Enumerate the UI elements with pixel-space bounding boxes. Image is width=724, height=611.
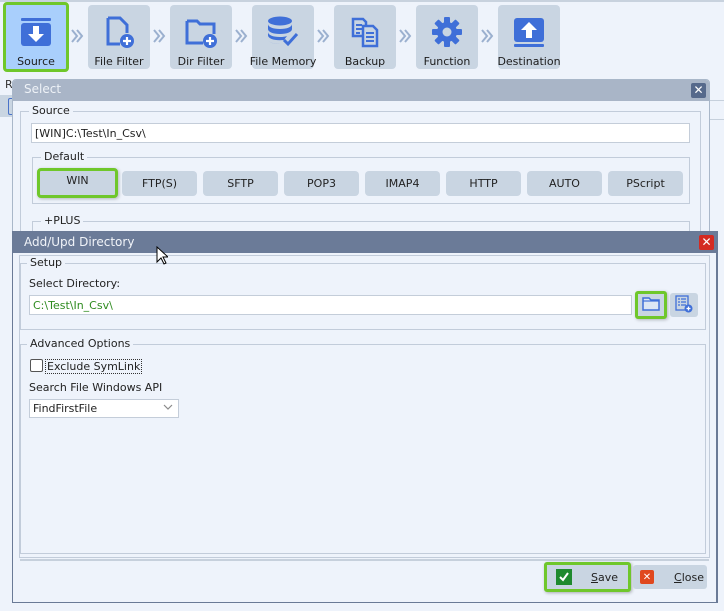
chevron-right-icon <box>316 27 332 45</box>
chevron-right-icon <box>70 27 86 45</box>
list-add-icon <box>675 294 693 316</box>
gear-icon <box>430 15 464 49</box>
directory-list-button[interactable] <box>670 293 698 317</box>
save-label: Save <box>591 571 618 584</box>
save-mnemonic: S <box>591 570 598 584</box>
directory-input[interactable]: C:\Test\In_Csv\ <box>29 295 632 315</box>
chevron-right-icon <box>152 27 168 45</box>
protocol-pop3-button[interactable]: POP3 <box>284 171 359 196</box>
download-box-icon <box>19 15 53 49</box>
close-button[interactable]: ✕ Close <box>633 565 707 589</box>
close-icon: ✕ <box>701 235 712 249</box>
footer-separator <box>20 559 709 561</box>
folder-icon <box>642 296 660 314</box>
upload-box-icon <box>512 15 546 49</box>
search-api-value: FindFirstFile <box>33 402 98 415</box>
protocol-http-button[interactable]: HTTP <box>446 171 521 196</box>
select-dialog-close-button[interactable]: ✕ <box>691 83 706 98</box>
step-file-memory[interactable]: File Memory <box>249 5 317 69</box>
step-label: Function <box>423 55 471 68</box>
save-label-rest: ave <box>597 570 619 584</box>
plus-group-label: +PLUS <box>41 214 84 227</box>
protocol-sftp-button[interactable]: SFTP <box>203 171 278 196</box>
step-label: Backup <box>344 55 386 68</box>
step-destination[interactable]: Destination <box>497 5 561 69</box>
select-dialog-title: Select <box>13 80 709 101</box>
step-label: Source <box>17 55 55 68</box>
step-function[interactable]: Function <box>416 5 478 69</box>
search-api-select[interactable]: FindFirstFile <box>29 399 179 418</box>
advanced-options-group: Advanced Options <box>20 337 706 554</box>
workflow-toolbar: Source File Filter Dir Filter File Memor… <box>0 2 724 72</box>
add-directory-dialog-title: Add/Upd Directory <box>13 232 716 253</box>
close-mnemonic: C <box>674 570 682 584</box>
step-label: Dir Filter <box>177 55 225 68</box>
folder-add-icon <box>184 15 218 49</box>
close-label-rest: lose <box>681 570 704 584</box>
protocol-auto-button[interactable]: AUTO <box>527 171 602 196</box>
protocol-pscript-button[interactable]: PScript <box>608 171 683 196</box>
step-label: File Memory <box>249 55 317 68</box>
source-group-label: Source <box>29 104 73 117</box>
checkmark-icon <box>556 569 572 585</box>
copy-documents-icon <box>348 15 382 49</box>
database-check-icon <box>266 15 300 49</box>
step-label: File Filter <box>94 55 144 68</box>
close-label: Close <box>674 571 704 584</box>
chevron-right-icon <box>480 27 496 45</box>
chevron-right-icon <box>398 27 414 45</box>
setup-group-label: Setup <box>27 256 66 269</box>
chevron-right-icon <box>234 27 250 45</box>
step-file-filter[interactable]: File Filter <box>88 5 150 69</box>
chevron-down-icon <box>163 403 173 414</box>
step-label: Destination <box>497 55 561 68</box>
x-icon: ✕ <box>640 570 654 584</box>
step-dir-filter[interactable]: Dir Filter <box>170 5 232 69</box>
protocol-win-button[interactable]: WIN <box>37 168 118 198</box>
add-directory-close-button[interactable]: ✕ <box>699 235 714 250</box>
select-directory-label: Select Directory: <box>29 277 121 290</box>
exclude-symlink-label[interactable]: Exclude SymLink <box>45 359 143 374</box>
step-backup[interactable]: Backup <box>334 5 396 69</box>
close-icon: ✕ <box>693 83 704 97</box>
protocol-ftps-button[interactable]: FTP(S) <box>122 171 197 196</box>
mouse-cursor-icon <box>156 245 170 268</box>
protocol-imap4-button[interactable]: IMAP4 <box>365 171 440 196</box>
search-api-label: Search File Windows API <box>29 381 163 394</box>
save-button[interactable]: Save <box>544 562 631 592</box>
browse-folder-button[interactable] <box>635 291 667 319</box>
exclude-symlink-checkbox[interactable] <box>30 359 43 372</box>
source-input[interactable]: [WIN]C:\Test\In_Csv\ <box>31 123 690 143</box>
step-source[interactable]: Source <box>3 2 69 72</box>
advanced-options-label: Advanced Options <box>27 337 134 350</box>
default-group-label: Default <box>41 150 88 163</box>
file-add-icon <box>102 15 136 49</box>
